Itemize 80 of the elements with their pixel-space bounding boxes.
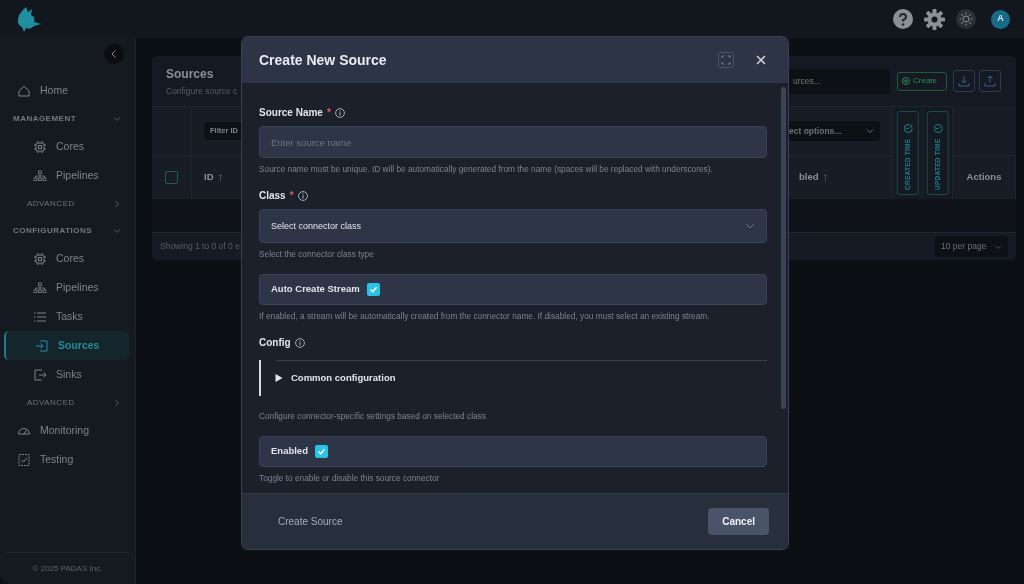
chevron-right-icon[interactable]	[113, 199, 121, 208]
hierarchy-icon	[33, 280, 47, 295]
sidebar-item[interactable]: Cores	[4, 244, 129, 273]
page-size-select[interactable]: 10 per page	[935, 236, 1008, 257]
sign-out-icon	[33, 367, 47, 382]
help-text: Select the connector class type	[259, 248, 375, 261]
section-heading[interactable]: CONFIGURATIONS	[13, 224, 92, 237]
help-icon[interactable]	[893, 9, 913, 29]
checkbox[interactable]	[366, 282, 380, 296]
chevron-down-icon	[994, 242, 1002, 251]
help-text: Source name must be unique. ID will be automatically generated from the name (spaces will be replaced with underscores).	[259, 163, 714, 176]
sidebar-item[interactable]: Cores	[4, 132, 129, 161]
sidebar-item[interactable]: Pipelines	[4, 161, 129, 190]
sign-in-icon	[35, 338, 49, 353]
filter-select[interactable]: ect options...	[787, 121, 880, 141]
clock-icon	[903, 123, 912, 133]
sort-icon[interactable]	[822, 173, 828, 182]
create-button[interactable]: Create	[897, 71, 947, 91]
copyright-text: © 2025 PADAS Inc.	[32, 562, 103, 575]
expander[interactable]: Common configuration	[259, 360, 767, 397]
info-icon[interactable]	[297, 190, 308, 201]
section-heading[interactable]: ADVANCED	[27, 197, 75, 210]
close-icon[interactable]	[756, 55, 766, 65]
chevron-down-icon	[866, 127, 874, 135]
hierarchy-icon	[33, 168, 47, 183]
chevron-down-icon[interactable]	[113, 226, 121, 235]
cancel-button[interactable]: Cancel	[708, 508, 769, 535]
field-label: Source Name	[259, 106, 323, 120]
select-field[interactable]: Select connector class	[259, 209, 767, 244]
required-marker: *	[289, 189, 294, 204]
clock-icon	[933, 123, 942, 133]
column-header[interactable]: ID	[204, 170, 214, 185]
info-icon[interactable]	[334, 107, 345, 118]
plus-circle-icon	[902, 77, 910, 85]
chevron-down-icon[interactable]	[113, 114, 121, 123]
field-label: Class	[259, 189, 286, 204]
sidebar-item[interactable]: Sinks	[4, 360, 129, 389]
sort-icon[interactable]	[217, 173, 223, 182]
list-icon	[33, 309, 47, 324]
sidebar-item[interactable]: Sources	[4, 331, 129, 360]
section-heading[interactable]: ADVANCED	[27, 396, 75, 409]
column-header[interactable]: Actions	[966, 170, 1002, 185]
modal-title: Create New Source	[259, 50, 388, 70]
select-all-checkbox[interactable]	[165, 171, 178, 184]
upload-icon	[984, 75, 996, 87]
collapse-sidebar-icon[interactable]	[104, 44, 124, 64]
home-icon	[17, 83, 31, 98]
scrollbar[interactable]	[781, 87, 786, 409]
upload-button[interactable]	[979, 70, 1001, 92]
chip-icon	[33, 251, 47, 266]
checkmark-icon	[368, 284, 378, 294]
help-text: Toggle to enable or disable this source connector	[259, 471, 441, 485]
checkbox-label: Auto Create Stream	[271, 282, 360, 297]
page-title: Sources	[166, 65, 215, 83]
sidebar-item[interactable]: Home	[4, 76, 129, 105]
section-heading[interactable]: MANAGEMENT	[13, 112, 77, 125]
checklist-icon	[17, 452, 31, 467]
column-header[interactable]: bled	[799, 170, 819, 185]
field-label: Config	[259, 336, 291, 351]
download-icon	[958, 75, 970, 87]
help-text: If enabled, a stream will be automatically created from the connector name. If disabled, you must select an existing stream.	[259, 309, 711, 323]
settings-icon[interactable]	[924, 8, 945, 30]
required-marker: *	[326, 106, 331, 120]
checkbox-label: Enabled	[271, 444, 308, 459]
help-text: Configure connector-specific settings based on selected class	[259, 410, 487, 423]
triangle-right-icon	[275, 374, 283, 383]
sidebar-item[interactable]: Tasks	[4, 302, 129, 331]
sidebar-item[interactable]: Pipelines	[4, 273, 129, 302]
info-icon[interactable]	[294, 337, 305, 348]
checkbox[interactable]	[314, 444, 328, 458]
sidebar-item[interactable]: Testing	[4, 445, 129, 474]
chip-icon	[33, 139, 47, 154]
search-field[interactable]: urces...	[787, 68, 890, 94]
expand-icon[interactable]	[718, 52, 734, 68]
avatar[interactable]: A	[991, 9, 1010, 29]
chevron-right-icon[interactable]	[113, 398, 121, 407]
download-button[interactable]	[953, 70, 975, 92]
theme-toggle-icon[interactable]	[956, 9, 976, 29]
checkmark-icon	[316, 446, 326, 456]
sidebar-item[interactable]: Monitoring	[4, 416, 129, 445]
